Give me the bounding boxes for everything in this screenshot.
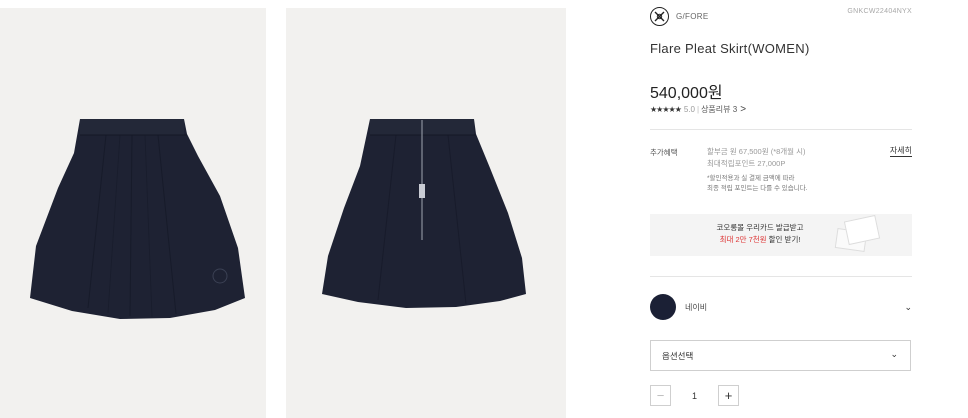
option-select-dropdown[interactable]: 옵션선택 ⌄ xyxy=(650,340,911,371)
divider xyxy=(650,129,912,130)
benefit-details: 할부금 원 67,500원 (*8개월 시) 최대적립포인트 27,000P xyxy=(707,146,806,170)
quantity-increase-button[interactable]: + xyxy=(718,385,739,406)
option-select-placeholder: 옵션선택 xyxy=(662,351,694,361)
chevron-right-icon: > xyxy=(740,104,747,115)
banner-highlight: 최대 2만 7천원 xyxy=(719,235,767,244)
brand-name[interactable]: G/FORE xyxy=(676,12,708,21)
skirt-back-illustration xyxy=(322,119,526,308)
product-info-panel: G/FORE GNKCW22404NYX Flare Pleat Skirt(W… xyxy=(650,0,912,418)
installment-info: 할부금 원 67,500원 (*8개월 시) xyxy=(707,147,806,156)
product-image-front[interactable] xyxy=(0,8,266,418)
benefit-notes: *할인적용과 실 결제 금액에 따라 최종 적립 포인트는 다를 수 있습니다. xyxy=(707,174,808,194)
quantity-stepper: − 1 + xyxy=(650,385,739,406)
chevron-down-icon[interactable]: ⌄ xyxy=(904,302,912,313)
product-sku: GNKCW22404NYX xyxy=(847,8,912,15)
rating-row: ★★★★★ 5.0 | 상품리뷰 3 > xyxy=(650,104,746,115)
benefit-detail-link[interactable]: 자세히 xyxy=(889,146,912,157)
chevron-down-icon: ⌄ xyxy=(890,349,898,359)
color-swatch[interactable] xyxy=(650,294,676,320)
product-title: Flare Pleat Skirt(WOMEN) xyxy=(650,41,810,56)
product-image-back[interactable] xyxy=(286,8,566,418)
benefit-note-line: 최종 적립 포인트는 다를 수 있습니다. xyxy=(707,185,808,192)
color-option-row[interactable]: 네이비 ⌄ xyxy=(650,294,912,320)
card-promo-banner[interactable]: 코오롱몰 우리카드 발급받고 최대 2만 7천원 할인 받기! xyxy=(650,214,912,256)
rating-stars-icon: ★★★★★ xyxy=(650,105,682,114)
rating-separator: | xyxy=(696,105,700,114)
quantity-decrease-button[interactable]: − xyxy=(650,385,671,406)
brand-row: G/FORE xyxy=(650,7,708,26)
color-name: 네이비 xyxy=(685,302,708,312)
benefit-note-line: *할인적용과 실 결제 금액에 따라 xyxy=(707,175,795,182)
brand-logo-icon[interactable] xyxy=(650,7,669,26)
benefit-label: 추가혜택 xyxy=(650,148,678,157)
credit-card-icon xyxy=(843,214,881,246)
review-link[interactable]: 상품리뷰 3 > xyxy=(701,104,746,115)
rating-score: 5.0 xyxy=(683,105,695,114)
points-info: 최대적립포인트 27,000P xyxy=(707,159,786,168)
divider xyxy=(650,276,912,277)
review-link-label: 상품리뷰 3 xyxy=(701,105,738,114)
quantity-value[interactable]: 1 xyxy=(671,391,718,401)
skirt-front-illustration xyxy=(30,119,245,319)
banner-line2-rest: 할인 받기! xyxy=(766,235,801,244)
product-price: 540,000원 xyxy=(650,85,723,102)
